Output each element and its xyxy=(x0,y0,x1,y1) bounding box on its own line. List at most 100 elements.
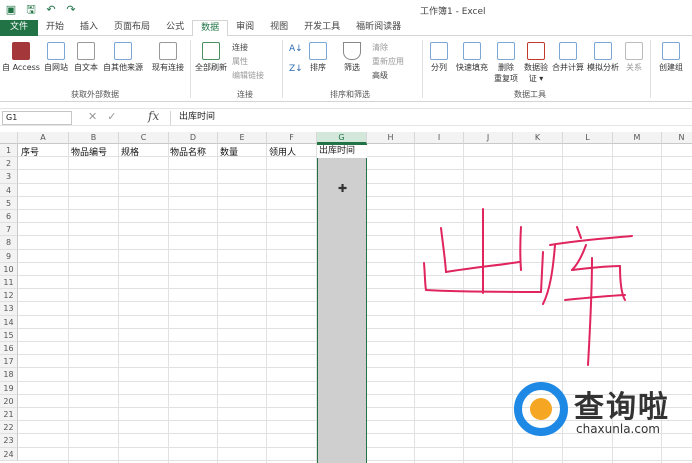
flash-fill-button[interactable]: 快速填充 xyxy=(454,42,490,73)
connections-button[interactable]: 连接 xyxy=(232,42,248,53)
group-label-data-tools: 数据工具 xyxy=(514,90,546,99)
column-header-d[interactable]: D xyxy=(169,132,218,144)
tab-formulas[interactable]: 公式 xyxy=(158,20,192,36)
row-header-18[interactable]: 18 xyxy=(0,368,18,382)
cell-e1[interactable]: 数量 xyxy=(220,145,238,158)
enter-icon[interactable]: ✓ xyxy=(107,110,126,123)
excel-icon[interactable]: ▣ xyxy=(4,3,18,17)
cell-f1[interactable]: 领用人 xyxy=(269,145,296,158)
column-header-a[interactable]: A xyxy=(18,132,69,144)
save-icon[interactable]: 🖫 xyxy=(24,3,38,17)
tab-insert[interactable]: 插入 xyxy=(72,20,106,36)
column-header-j[interactable]: J xyxy=(464,132,513,144)
column-header-l[interactable]: L xyxy=(563,132,613,144)
tab-home[interactable]: 开始 xyxy=(38,20,72,36)
gridline-vertical xyxy=(463,144,464,463)
row-header-15[interactable]: 15 xyxy=(0,328,18,342)
formula-edit-icons: ✕✓ xyxy=(88,110,126,123)
row-header-9[interactable]: 9 xyxy=(0,249,18,263)
properties-button[interactable]: 属性 xyxy=(232,56,248,67)
row-header-17[interactable]: 17 xyxy=(0,355,18,369)
sort-za-icon[interactable]: Z↓ xyxy=(289,64,303,74)
tab-view[interactable]: 视图 xyxy=(262,20,296,36)
tab-file[interactable]: 文件 xyxy=(0,20,39,36)
other-sources-icon xyxy=(114,42,132,60)
text-to-columns-button[interactable]: 分列 xyxy=(426,42,452,73)
select-all-corner[interactable] xyxy=(0,132,18,144)
filter-button[interactable]: 筛选 xyxy=(338,42,366,73)
column-header-f[interactable]: F xyxy=(267,132,317,144)
remove-duplicates-button[interactable]: 删除 重复项 xyxy=(492,42,520,84)
tab-page-layout[interactable]: 页面布局 xyxy=(106,20,158,36)
row-header-12[interactable]: 12 xyxy=(0,289,18,303)
column-header-k[interactable]: K xyxy=(513,132,563,144)
row-header-4[interactable]: 4 xyxy=(0,183,18,197)
formula-input[interactable]: 出库时间 xyxy=(170,111,690,125)
row-header-19[interactable]: 19 xyxy=(0,381,18,395)
cell-b1[interactable]: 物品编号 xyxy=(71,145,107,158)
group-button[interactable]: 创建组 xyxy=(654,42,688,73)
cell-c1[interactable]: 规格 xyxy=(121,145,139,158)
cell-g1[interactable]: 出库时间 xyxy=(317,145,367,158)
column-header-n[interactable]: N xyxy=(662,132,692,144)
tab-data[interactable]: 数据 xyxy=(192,20,229,37)
row-header-6[interactable]: 6 xyxy=(0,210,18,224)
what-if-analysis-button[interactable]: 模拟分析 xyxy=(586,42,620,73)
cancel-icon[interactable]: ✕ xyxy=(88,110,107,123)
row-header-7[interactable]: 7 xyxy=(0,223,18,237)
redo-icon[interactable]: ↷ xyxy=(64,3,78,17)
group-separator xyxy=(650,40,651,98)
sort-az-icon[interactable]: A↓ xyxy=(289,44,303,54)
tab-foxit[interactable]: 福昕阅读器 xyxy=(348,20,409,36)
from-other-sources-button[interactable]: 自其他来源 xyxy=(101,42,145,73)
from-text-button[interactable]: 自文本 xyxy=(72,42,100,73)
row-header-3[interactable]: 3 xyxy=(0,170,18,184)
column-header-b[interactable]: B xyxy=(69,132,119,144)
existing-connections-icon xyxy=(159,42,177,60)
consolidate-button[interactable]: 合并计算 xyxy=(551,42,585,73)
row-header-21[interactable]: 21 xyxy=(0,408,18,422)
row-header-20[interactable]: 20 xyxy=(0,394,18,408)
cell-d1[interactable]: 物品名称 xyxy=(170,145,206,158)
row-header-14[interactable]: 14 xyxy=(0,315,18,329)
from-web-button[interactable]: 自网站 xyxy=(42,42,70,73)
clear-filter-button[interactable]: 清除 xyxy=(372,42,388,53)
edit-links-button[interactable]: 编辑链接 xyxy=(232,70,264,81)
row-header-2[interactable]: 2 xyxy=(0,157,18,171)
reapply-button[interactable]: 重新应用 xyxy=(372,56,404,67)
existing-connections-button[interactable]: 现有连接 xyxy=(150,42,186,73)
text-to-columns-icon xyxy=(430,42,448,60)
row-header-1[interactable]: 1 xyxy=(0,144,18,158)
row-header-13[interactable]: 13 xyxy=(0,302,18,316)
row-header-5[interactable]: 5 xyxy=(0,196,18,210)
gridline-vertical xyxy=(414,144,415,463)
row-header-10[interactable]: 10 xyxy=(0,262,18,276)
row-header-11[interactable]: 11 xyxy=(0,276,18,290)
column-header-c[interactable]: C xyxy=(119,132,169,144)
tab-review[interactable]: 审阅 xyxy=(228,20,262,36)
column-header-h[interactable]: H xyxy=(367,132,415,144)
row-header-8[interactable]: 8 xyxy=(0,236,18,250)
tab-developer[interactable]: 开发工具 xyxy=(296,20,348,36)
refresh-all-button[interactable]: 全部刷新 xyxy=(193,42,229,73)
flash-fill-icon xyxy=(463,42,481,60)
from-access-button[interactable]: 自 Access xyxy=(2,42,40,73)
column-header-m[interactable]: M xyxy=(613,132,662,144)
relationships-button[interactable]: 关系 xyxy=(622,42,646,73)
name-box[interactable]: G1 xyxy=(2,111,72,125)
undo-icon[interactable]: ↶ xyxy=(44,3,58,17)
column-header-i[interactable]: I xyxy=(415,132,464,144)
sort-button[interactable]: 排序 xyxy=(304,42,332,73)
group-label-get-external: 获取外部数据 xyxy=(71,90,119,99)
row-header-16[interactable]: 16 xyxy=(0,342,18,356)
advanced-filter-button[interactable]: 高级 xyxy=(372,70,388,81)
column-header-g[interactable]: G xyxy=(317,132,367,144)
row-header-22[interactable]: 22 xyxy=(0,421,18,435)
gridline-vertical xyxy=(266,144,267,463)
insert-function-icon[interactable]: fx xyxy=(148,109,159,123)
row-header-23[interactable]: 23 xyxy=(0,434,18,448)
cell-a1[interactable]: 序号 xyxy=(21,145,39,158)
column-header-e[interactable]: E xyxy=(218,132,267,144)
data-validation-button[interactable]: 数据验 证 ▾ xyxy=(522,42,550,84)
row-header-24[interactable]: 24 xyxy=(0,447,18,461)
